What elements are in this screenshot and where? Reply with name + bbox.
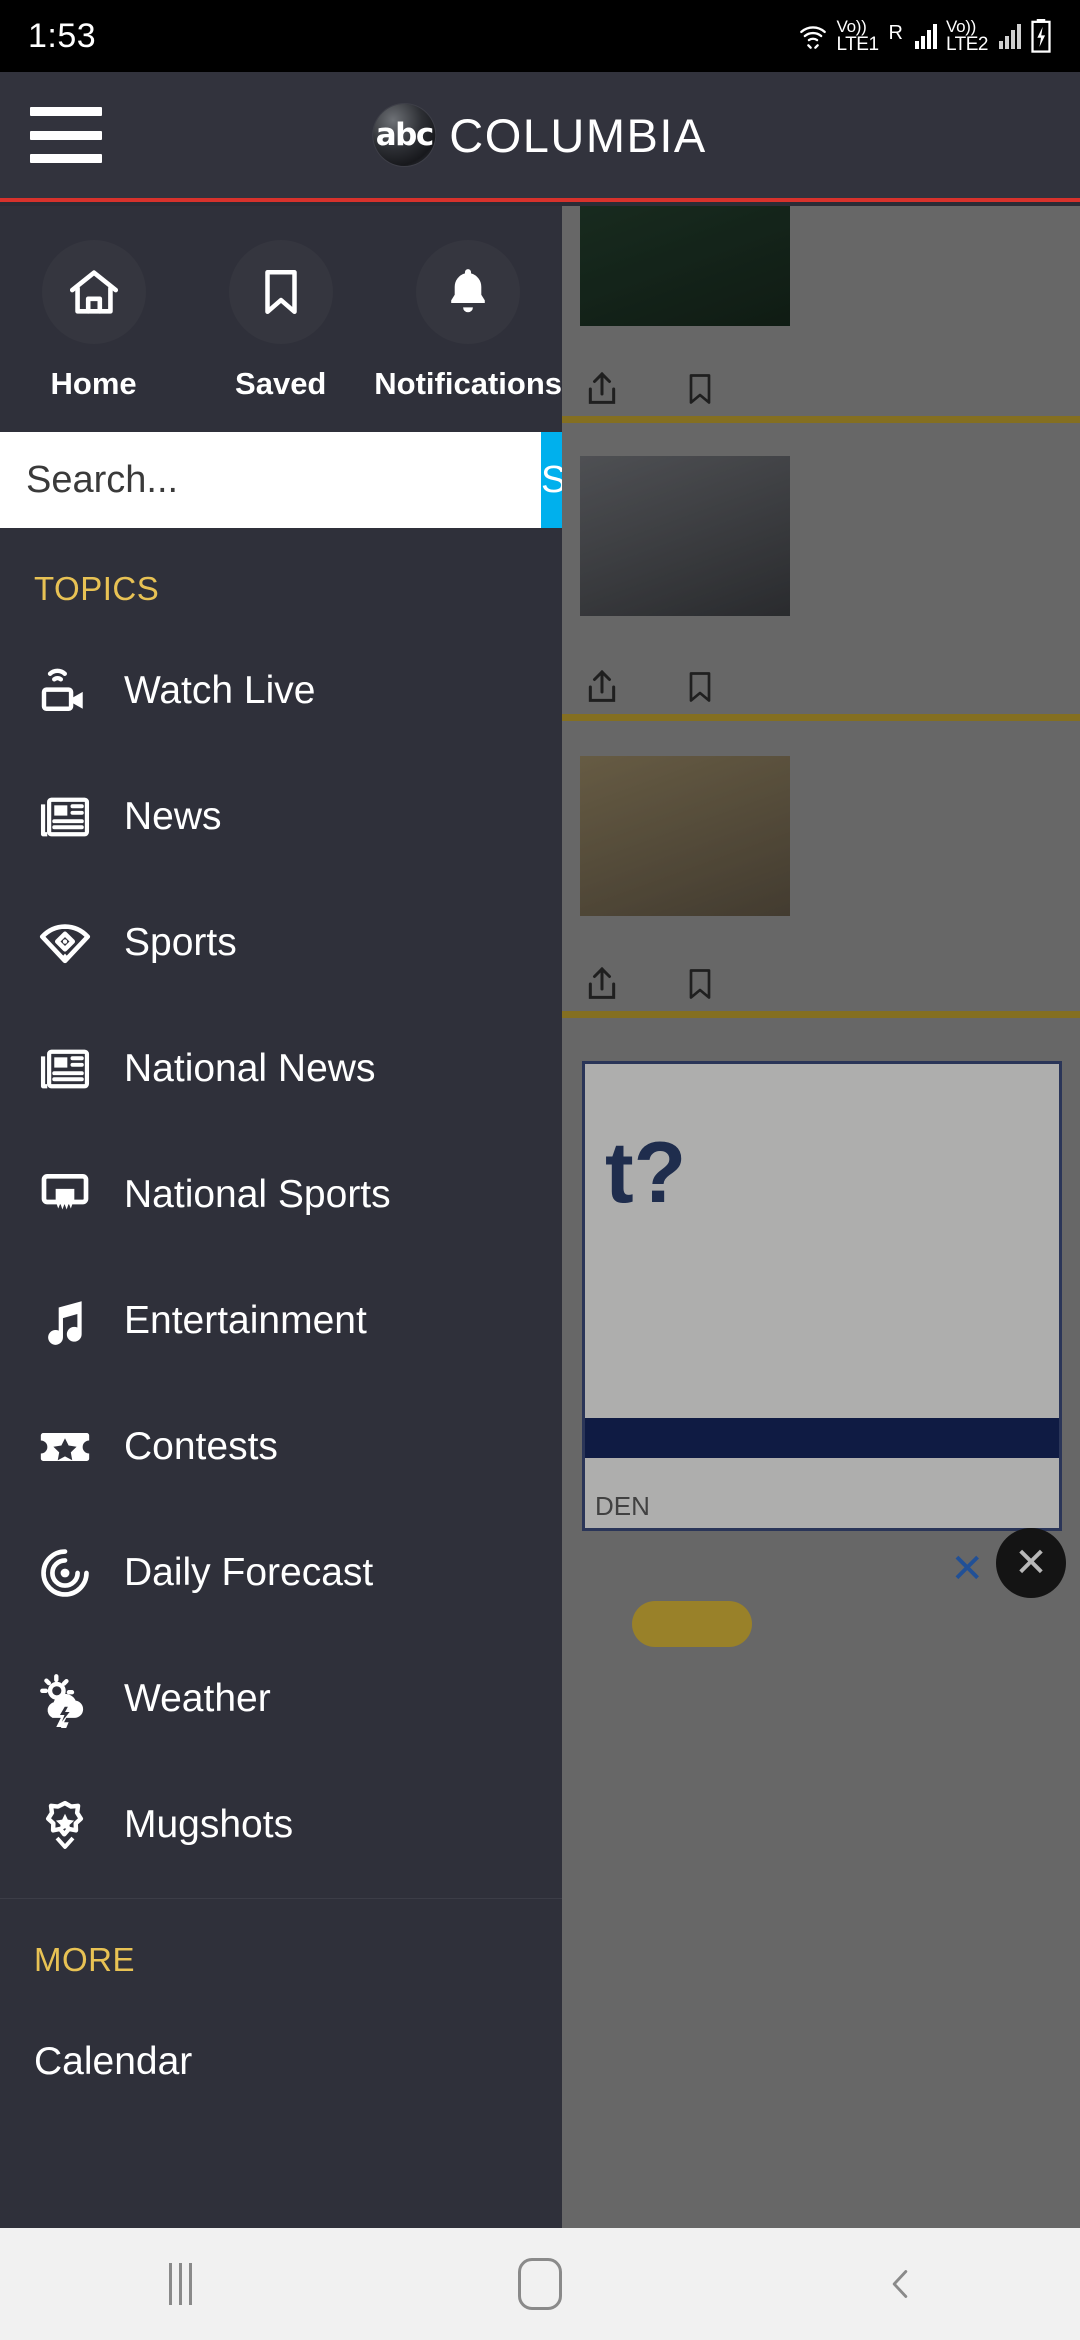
- app-header: abc COLUMBIA: [0, 72, 1080, 202]
- basketball-hoop-icon: [34, 1164, 96, 1226]
- menu-item-national-sports[interactable]: National Sports: [0, 1132, 562, 1258]
- quick-nav-saved[interactable]: Saved: [187, 240, 374, 402]
- volte-lte2-icon: Vo)) LTE2: [945, 17, 989, 55]
- navigation-drawer: Home Saved Notifications Search... S TOP…: [0, 206, 562, 2228]
- menu-item-weather[interactable]: Weather: [0, 1636, 562, 1762]
- signal-bars-icon: [914, 23, 937, 49]
- section-title-more: MORE: [34, 1941, 135, 1978]
- sun-cloud-lightning-icon: [34, 1668, 96, 1730]
- menu-item-label: Calendar: [34, 2040, 193, 2083]
- quick-nav-label: Home: [50, 366, 137, 401]
- quick-nav-notifications[interactable]: Notifications: [374, 240, 562, 402]
- menu-item-news[interactable]: News: [0, 754, 562, 880]
- app-title: COLUMBIA: [449, 108, 707, 162]
- menu-item-label: Daily Forecast: [124, 1551, 374, 1594]
- menu-item-sports[interactable]: Sports: [0, 880, 562, 1006]
- baseball-field-icon: [34, 912, 96, 974]
- abc-logo-icon: abc: [373, 104, 436, 166]
- menu-item-label: Entertainment: [124, 1299, 367, 1342]
- ticket-star-icon: [34, 1416, 96, 1478]
- back-button-icon[interactable]: [825, 2228, 975, 2340]
- quick-nav-row: Home Saved Notifications: [0, 206, 562, 428]
- search-row: Search: [0, 432, 562, 528]
- status-bar-clock: 1:53: [28, 16, 97, 55]
- status-bar-icons: Vo)) LTE1 R Vo)) LTE2: [798, 18, 1052, 54]
- menu-item-label: Contests: [124, 1425, 278, 1468]
- app-logo: abc COLUMBIA: [373, 104, 707, 166]
- status-bar: 1:53 Vo)) LTE1 R Vo)) LTE2: [0, 0, 1080, 72]
- quick-nav-label: Notifications: [374, 366, 562, 401]
- police-badge-icon: [34, 1794, 96, 1856]
- search-input[interactable]: [0, 432, 541, 528]
- home-icon: [41, 240, 146, 344]
- wifi-icon: [798, 22, 828, 50]
- menu-item-label: Mugshots: [124, 1803, 294, 1846]
- video-broadcast-icon: [34, 660, 96, 722]
- menu-item-contests[interactable]: Contests: [0, 1384, 562, 1510]
- menu-item-watch-live[interactable]: Watch Live: [0, 628, 562, 754]
- menu-item-label: News: [124, 795, 222, 838]
- quick-nav-home[interactable]: Home: [0, 240, 187, 402]
- section-title-topics: TOPICS: [34, 570, 160, 607]
- roaming-icon: R: [888, 21, 903, 44]
- newspaper-icon: [34, 1038, 96, 1100]
- menu-item-daily-forecast[interactable]: Daily Forecast: [0, 1510, 562, 1636]
- menu-item-entertainment[interactable]: Entertainment: [0, 1258, 562, 1384]
- home-button-icon[interactable]: [465, 2228, 615, 2340]
- menu-item-label: Watch Live: [124, 669, 316, 712]
- menu-item-mugshots[interactable]: Mugshots: [0, 1762, 562, 1888]
- recent-apps-icon[interactable]: [105, 2228, 255, 2340]
- bookmark-icon: [228, 240, 333, 344]
- bell-icon: [416, 240, 521, 344]
- phone-screen: 1:53 Vo)) LTE1 R Vo)) LTE2 abc COLUMBIA …: [0, 0, 1080, 2340]
- menu-item-national-news[interactable]: National News: [0, 1006, 562, 1132]
- hamburger-icon[interactable]: [30, 107, 102, 163]
- music-note-icon: [34, 1290, 96, 1352]
- battery-charging-icon: [1030, 19, 1052, 53]
- android-navigation-bar: [0, 2228, 1080, 2340]
- quick-nav-label: Saved: [235, 366, 327, 401]
- signal-bars-2-icon: [999, 23, 1021, 49]
- menu-item-label: National News: [124, 1047, 376, 1090]
- menu-item-calendar[interactable]: Calendar: [0, 1999, 562, 2125]
- newspaper-icon: [34, 786, 96, 848]
- drawer-scrim[interactable]: [562, 206, 1080, 2228]
- menu-item-label: National Sports: [124, 1173, 391, 1216]
- volte-lte1-icon: Vo)) LTE1: [836, 17, 880, 55]
- search-button[interactable]: Search: [541, 432, 562, 528]
- radar-icon: [34, 1542, 96, 1604]
- background-feed: t? DEN ✕ ✕: [562, 206, 1080, 2228]
- menu-item-label: Weather: [124, 1677, 271, 1720]
- menu-item-label: Sports: [124, 921, 237, 964]
